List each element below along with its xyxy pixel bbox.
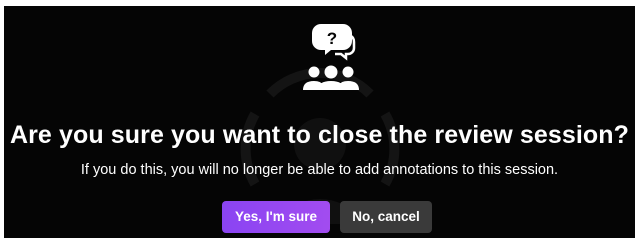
- svg-text:?: ?: [327, 29, 337, 48]
- dialog-message: If you do this, you will no longer be ab…: [80, 162, 559, 178]
- confirm-button[interactable]: Yes, I'm sure: [222, 201, 330, 233]
- cancel-button[interactable]: No, cancel: [340, 201, 432, 233]
- close-session-dialog: ? Are you sure you want to close the rev…: [4, 6, 635, 238]
- dialog-title: Are you sure you want to close the revie…: [9, 121, 630, 149]
- people-question-icon: ?: [303, 24, 359, 90]
